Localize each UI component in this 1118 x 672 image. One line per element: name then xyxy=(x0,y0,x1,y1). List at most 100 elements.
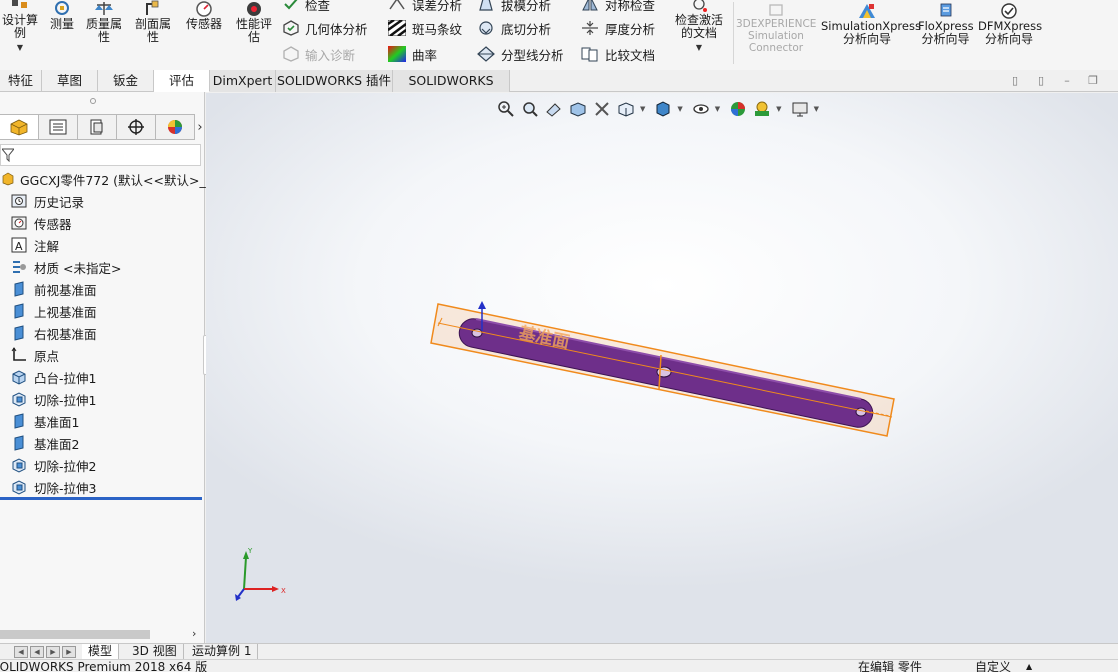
model-canvas[interactable]: 基准面 xyxy=(206,93,1118,643)
symmetry-check-button[interactable]: 对称检查 xyxy=(581,0,655,14)
design-study-icon xyxy=(12,0,27,8)
tree-item[interactable]: 材质 <未指定> xyxy=(10,256,121,278)
tab-model[interactable]: 模型 xyxy=(82,644,120,660)
tree-item[interactable]: 历史记录 xyxy=(10,190,84,212)
tree-horizontal-scrollbar[interactable]: › xyxy=(0,627,205,641)
performance-evaluation-button[interactable]: 性能评估 xyxy=(233,0,275,44)
feature-manager-tab[interactable] xyxy=(0,114,39,140)
tree-item-label: 材质 <未指定> xyxy=(34,260,122,276)
simulation-connector-button[interactable]: 3DEXPERIENCE Simulation Connector xyxy=(736,2,816,54)
tab-solidworks-mbd[interactable]: SOLIDWORKS MBD xyxy=(393,70,510,110)
import-diagnostics-button[interactable]: 输入诊断 xyxy=(283,44,355,64)
tab-sketch[interactable]: 草图 xyxy=(42,70,98,92)
tree-item-label: 右视基准面 xyxy=(34,326,97,342)
status-units-custom[interactable]: 自定义 xyxy=(975,660,1011,672)
configuration-icon xyxy=(90,119,103,135)
tree-item-label: 原点 xyxy=(34,348,60,364)
panel-grip-icon[interactable] xyxy=(90,98,96,104)
dfmxpress-button[interactable]: DFMXpress 分析向导 xyxy=(978,2,1042,46)
model-view-tabs: ◀ ◀ ▶ ▶ 模型 3D 视图 运动算例 1 xyxy=(0,643,1118,660)
graphics-area[interactable]: ▼ ▼ ▼ ▼ ▼ 基准面 Y X xyxy=(206,93,1118,643)
thickness-analysis-button[interactable]: 厚度分析 xyxy=(581,18,655,38)
import-diagnostics-label: 输入诊断 xyxy=(305,47,356,63)
floxpress-button[interactable]: FloXpress 分析向导 xyxy=(918,2,974,46)
chevron-right-icon[interactable]: › xyxy=(195,114,205,140)
history-icon xyxy=(10,192,28,210)
import-diagnostics-icon xyxy=(283,46,299,62)
undercut-analysis-button[interactable]: 底切分析 xyxy=(477,18,551,38)
tree-item[interactable]: 右视基准面 xyxy=(10,322,97,344)
design-study-button[interactable]: 设计算例 ▼ xyxy=(0,0,40,54)
tree-item[interactable]: 上视基准面 xyxy=(10,300,97,322)
material-icon xyxy=(10,258,28,276)
parting-line-analysis-button[interactable]: 分型线分析 xyxy=(477,44,564,64)
tree-item-label: 切除-拉伸1 xyxy=(34,392,97,408)
tree-item-label: 切除-拉伸3 xyxy=(34,480,97,496)
tree-item-label: 基准面2 xyxy=(34,436,80,452)
tree-item[interactable]: 凸台-拉伸1 xyxy=(10,366,96,388)
tab-evaluate[interactable]: 评估 xyxy=(154,70,210,92)
tab-dimxpert[interactable]: DimXpert xyxy=(210,70,276,92)
rollback-bar[interactable] xyxy=(0,497,202,500)
restore-icon[interactable]: ❐ xyxy=(1086,74,1100,88)
end-hole-right[interactable] xyxy=(855,407,867,417)
scrollbar-thumb[interactable] xyxy=(0,630,150,639)
tab-features[interactable]: 特征 xyxy=(0,70,42,92)
tree-item[interactable]: 基准面2 xyxy=(10,432,79,454)
part-icon xyxy=(2,172,14,186)
tree-item[interactable]: 传感器 xyxy=(10,212,72,234)
section-properties-icon xyxy=(146,0,159,15)
tab-solidworks-addins[interactable]: SOLIDWORKS 插件 xyxy=(276,70,393,92)
annotation-icon: A xyxy=(10,236,28,254)
feature-filter-input[interactable] xyxy=(0,144,201,166)
section-properties-label: 剖面属性 xyxy=(134,17,171,44)
tree-item[interactable]: 切除-拉伸3 xyxy=(10,476,96,498)
tree-item[interactable]: 前视基准面 xyxy=(10,278,97,300)
simulationxpress-button[interactable]: SimulationXpress 分析向导 xyxy=(821,2,921,46)
tile-left-icon[interactable]: ▯ xyxy=(1008,74,1022,88)
curvature-button[interactable]: 曲率 xyxy=(388,44,437,64)
scroll-right-icon[interactable]: › xyxy=(192,627,196,640)
minimize-icon[interactable]: – xyxy=(1060,74,1074,88)
property-manager-tab[interactable] xyxy=(39,114,78,140)
tree-item[interactable]: 切除-拉伸2 xyxy=(10,454,96,476)
tree-item[interactable]: 原点 xyxy=(10,344,59,366)
tree-item-label: 注解 xyxy=(34,238,60,254)
chevron-up-icon[interactable]: ▲ xyxy=(1026,660,1032,672)
prev-tab-icon[interactable]: ◀ xyxy=(30,646,44,658)
display-manager-tab[interactable] xyxy=(156,114,195,140)
tree-item[interactable]: 切除-拉伸1 xyxy=(10,388,96,410)
check-active-document-button[interactable]: 检查激活的文档 ▼ xyxy=(670,0,728,54)
configuration-manager-tab[interactable] xyxy=(78,114,117,140)
dimxpert-manager-tab[interactable] xyxy=(117,114,156,140)
check-button[interactable]: 检查 xyxy=(283,0,330,14)
tree-item[interactable]: A 注解 xyxy=(10,234,59,256)
deviation-analysis-button[interactable]: 误差分析 xyxy=(388,0,462,14)
curvature-label: 曲率 xyxy=(412,47,438,63)
geometry-analysis-button[interactable]: 几何体分析 xyxy=(283,18,368,38)
cut-extrude-icon xyxy=(10,456,28,474)
last-tab-icon[interactable]: ▶ xyxy=(62,646,76,658)
check-active-document-icon xyxy=(693,0,707,12)
tab-3d-view[interactable]: 3D 视图 xyxy=(126,644,184,660)
measure-button[interactable]: 测量 xyxy=(46,0,78,31)
zebra-stripes-button[interactable]: 斑马条纹 xyxy=(388,18,462,38)
tab-motion-study-1[interactable]: 运动算例 1 xyxy=(186,644,259,660)
simulationxpress-icon xyxy=(859,4,875,18)
first-tab-icon[interactable]: ◀ xyxy=(14,646,28,658)
tree-item[interactable]: 基准面1 xyxy=(10,410,79,432)
sensor-button[interactable]: 传感器 xyxy=(182,0,226,31)
tree-root-label: GGCXJ零件772 (默认<<默认>_显示 xyxy=(20,172,231,188)
tile-right-icon[interactable]: ▯ xyxy=(1034,74,1048,88)
mass-properties-button[interactable]: 质量属性 xyxy=(83,0,125,44)
tree-root-part[interactable]: GGCXJ零件772 (默认<<默认>_显示 xyxy=(2,168,231,190)
performance-icon xyxy=(247,2,261,16)
simulation-connector-label: 3DEXPERIENCE Simulation Connector xyxy=(736,18,817,54)
tree-item-label: 凸台-拉伸1 xyxy=(34,370,97,386)
section-properties-button[interactable]: 剖面属性 xyxy=(131,0,175,44)
draft-analysis-button[interactable]: 拔模分析 xyxy=(477,0,551,14)
tab-sheet-metal[interactable]: 钣金 xyxy=(98,70,154,92)
next-tab-icon[interactable]: ▶ xyxy=(46,646,60,658)
compare-documents-button[interactable]: 比较文档 xyxy=(581,44,655,64)
triad-x-label: X xyxy=(281,587,286,595)
